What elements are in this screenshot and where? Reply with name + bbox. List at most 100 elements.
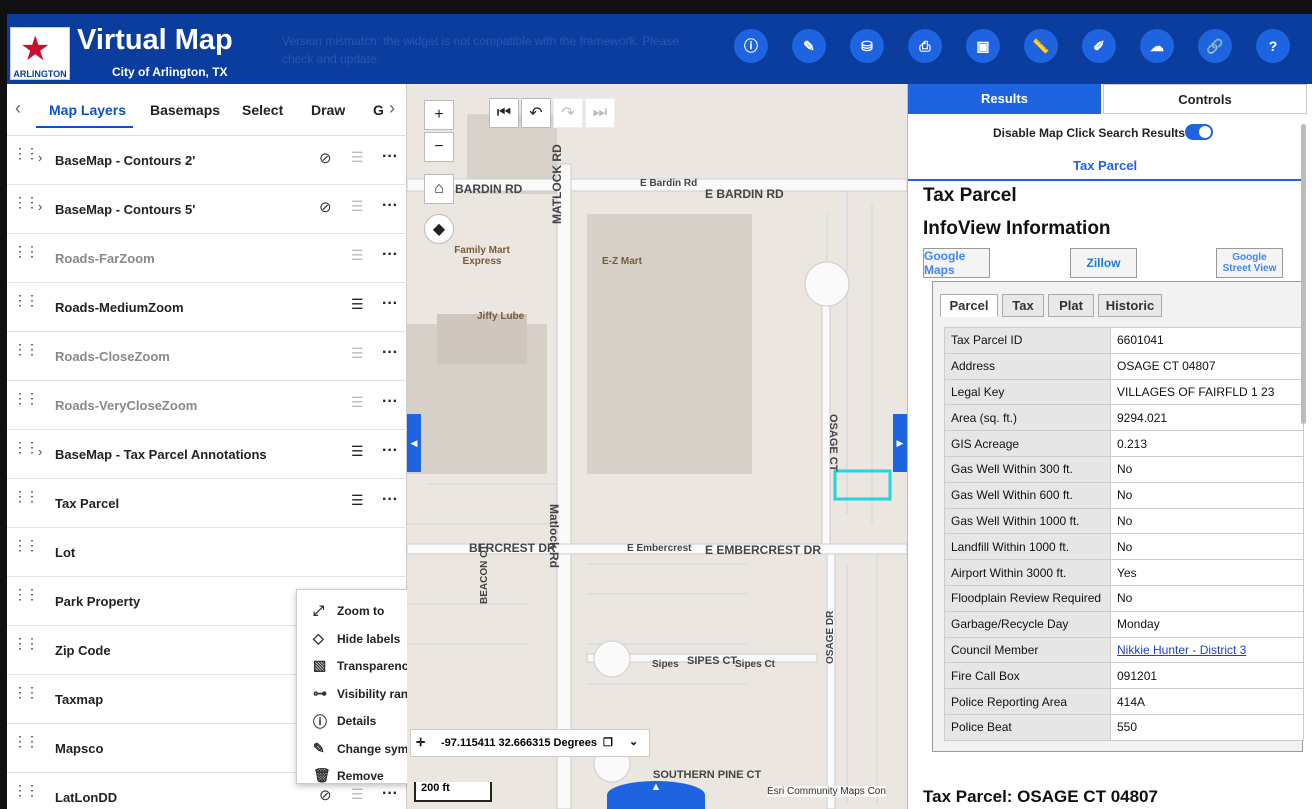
visibility-off-icon[interactable]: ⊘ xyxy=(319,149,332,167)
field-label: Landfill Within 1000 ft. xyxy=(944,533,1111,561)
link-icon[interactable]: 🔗 xyxy=(1198,29,1232,63)
layer-row[interactable]: ⋮⋮ › BaseMap - Tax Parcel Annotations ☰ ··· xyxy=(7,430,407,479)
drag-handle-icon[interactable]: ⋮⋮ xyxy=(13,489,39,503)
print-icon[interactable]: ⎙ xyxy=(908,29,942,63)
more-options-icon[interactable]: ··· xyxy=(382,295,398,313)
drag-handle-icon[interactable]: ⋮⋮ xyxy=(13,195,39,209)
result-tab-tax-parcel[interactable]: Tax Parcel xyxy=(1073,158,1137,173)
expand-chevron-icon[interactable]: › xyxy=(38,150,42,165)
layer-row[interactable]: ⋮⋮ Roads-FarZoom ☰ ··· xyxy=(7,234,407,283)
legend-icon[interactable]: ☰ xyxy=(351,247,364,264)
drag-handle-icon[interactable]: ⋮⋮ xyxy=(13,391,39,405)
ruler-icon[interactable]: 📏 xyxy=(1024,29,1058,63)
street-view-button[interactable]: Google Street View xyxy=(1216,248,1283,278)
table-row: Legal Key VILLAGES OF FAIRFLD 1 23 xyxy=(944,378,1304,406)
drag-handle-icon[interactable]: ⋮⋮ xyxy=(13,538,39,552)
tab-parcel[interactable]: Parcel xyxy=(940,294,998,317)
layer-row[interactable]: ⋮⋮ Roads-VeryCloseZoom ☰ ··· xyxy=(7,381,407,430)
redo-extent-icon[interactable]: ↷ xyxy=(553,98,583,128)
zoom-out-button[interactable]: − xyxy=(424,132,454,162)
drag-handle-icon[interactable]: ⋮⋮ xyxy=(13,244,39,258)
measure-icon[interactable]: ✎ xyxy=(792,29,826,63)
field-value: No xyxy=(1117,462,1133,477)
drag-handle-icon[interactable]: ⋮⋮ xyxy=(13,734,39,748)
drag-handle-icon[interactable]: ⋮⋮ xyxy=(13,342,39,356)
legend-icon[interactable]: ☰ xyxy=(351,492,364,509)
tab-controls[interactable]: Controls xyxy=(1103,84,1307,114)
disable-click-toggle[interactable] xyxy=(1185,124,1213,140)
legend-icon[interactable]: ☰ xyxy=(351,443,364,460)
star-icon: ★ xyxy=(20,30,51,68)
drag-handle-icon[interactable]: ⋮⋮ xyxy=(13,685,39,699)
drag-handle-icon[interactable]: ⋮⋮ xyxy=(13,440,39,454)
compass-icon[interactable]: ◆ xyxy=(424,214,454,244)
edit-icon[interactable]: ✐ xyxy=(1082,29,1116,63)
crosshair-icon[interactable]: ✛ xyxy=(416,736,425,749)
visibility-off-icon[interactable]: ⊘ xyxy=(319,198,332,216)
field-value: 0.213 xyxy=(1117,436,1148,451)
more-options-icon[interactable]: ··· xyxy=(382,344,398,362)
zillow-button[interactable]: Zillow xyxy=(1070,248,1137,278)
last-extent-icon[interactable]: ⏭ xyxy=(585,98,615,128)
tab-map-layers[interactable]: Map Layers xyxy=(49,102,126,118)
tab-results[interactable]: Results xyxy=(908,84,1101,114)
more-options-icon[interactable]: ··· xyxy=(382,246,398,264)
legend-icon[interactable]: ☰ xyxy=(351,394,364,411)
legend-icon[interactable]: ☰ xyxy=(351,198,364,215)
layer-row[interactable]: ⋮⋮ Tax Parcel ☰ ··· xyxy=(7,479,407,528)
table-row: Floodplain Review Required No xyxy=(944,584,1304,612)
tab-basemaps[interactable]: Basemaps xyxy=(150,102,220,118)
expand-chevron-icon[interactable]: › xyxy=(38,199,42,214)
map-view[interactable]: + − ⌂ ◆ ⏮ ↶ ↷ ⏭ BARDIN RD E Bardin Rd E … xyxy=(407,84,907,809)
copy-icon[interactable]: ❐ xyxy=(603,736,613,749)
drag-handle-icon[interactable]: ⋮⋮ xyxy=(13,587,39,601)
tabs-next-icon[interactable]: › xyxy=(389,98,395,119)
chevron-down-icon[interactable]: ⌄ xyxy=(629,735,638,748)
drag-handle-icon[interactable]: ⋮⋮ xyxy=(13,146,39,160)
collapse-left-handle[interactable]: ◀ xyxy=(407,414,421,472)
drag-handle-icon[interactable]: ⋮⋮ xyxy=(13,783,39,797)
home-icon[interactable]: ⌂ xyxy=(424,174,454,204)
layer-row[interactable]: ⋮⋮ › BaseMap - Contours 5' ⊘ ☰ ··· xyxy=(7,185,407,234)
tab-historic[interactable]: Historic xyxy=(1098,294,1162,317)
cloud-icon[interactable]: ☁ xyxy=(1140,29,1174,63)
tab-more[interactable]: G xyxy=(373,102,384,118)
map-label: E Embercrest xyxy=(627,543,692,554)
tab-plat[interactable]: Plat xyxy=(1048,294,1094,317)
change-symbol-icon: ✎ xyxy=(313,739,325,756)
table-row: Garbage/Recycle Day Monday xyxy=(944,610,1304,638)
legend-icon[interactable]: ☰ xyxy=(351,149,364,166)
field-value: No xyxy=(1117,539,1133,554)
collapse-bottom-handle[interactable]: ▲ xyxy=(607,781,705,809)
tab-select[interactable]: Select xyxy=(242,102,283,118)
more-options-icon[interactable]: ··· xyxy=(382,442,398,460)
layer-row[interactable]: ⋮⋮ Lot xyxy=(7,528,407,577)
layer-row[interactable]: ⋮⋮ › BaseMap - Contours 2' ⊘ ☰ ··· xyxy=(7,136,407,185)
layer-row[interactable]: ⋮⋮ Roads-MediumZoom ☰ ··· xyxy=(7,283,407,332)
legend-icon[interactable]: ☰ xyxy=(351,345,364,362)
more-options-icon[interactable]: ··· xyxy=(382,197,398,215)
layer-row[interactable]: ⋮⋮ Roads-CloseZoom ☰ ··· xyxy=(7,332,407,381)
tab-tax[interactable]: Tax xyxy=(1002,294,1044,317)
drag-handle-icon[interactable]: ⋮⋮ xyxy=(13,293,39,307)
data-icon[interactable]: ⛁ xyxy=(850,29,884,63)
tabs-prev-icon[interactable]: ‹ xyxy=(15,98,21,119)
drag-handle-icon[interactable]: ⋮⋮ xyxy=(13,636,39,650)
legend-icon[interactable]: ☰ xyxy=(351,296,364,313)
collapse-right-handle[interactable]: ▶ xyxy=(893,414,907,472)
tab-draw[interactable]: Draw xyxy=(311,102,345,118)
more-options-icon[interactable]: ··· xyxy=(382,393,398,411)
google-maps-button[interactable]: Google Maps xyxy=(923,248,990,278)
scrollbar[interactable] xyxy=(1301,124,1306,424)
zoom-in-button[interactable]: + xyxy=(424,100,454,130)
bookmark-icon[interactable]: ▣ xyxy=(966,29,1000,63)
first-extent-icon[interactable]: ⏮ xyxy=(489,98,519,128)
more-options-icon[interactable]: ··· xyxy=(382,148,398,166)
council-member-link[interactable]: Nikkie Hunter - District 3 xyxy=(1117,643,1246,657)
undo-extent-icon[interactable]: ↶ xyxy=(521,98,551,128)
field-value-cell: Nikkie Hunter - District 3 xyxy=(1110,636,1304,664)
expand-chevron-icon[interactable]: › xyxy=(38,444,42,459)
more-options-icon[interactable]: ··· xyxy=(382,491,398,509)
info-icon[interactable]: ⓘ xyxy=(734,29,768,63)
help-icon[interactable]: ? xyxy=(1256,29,1290,63)
